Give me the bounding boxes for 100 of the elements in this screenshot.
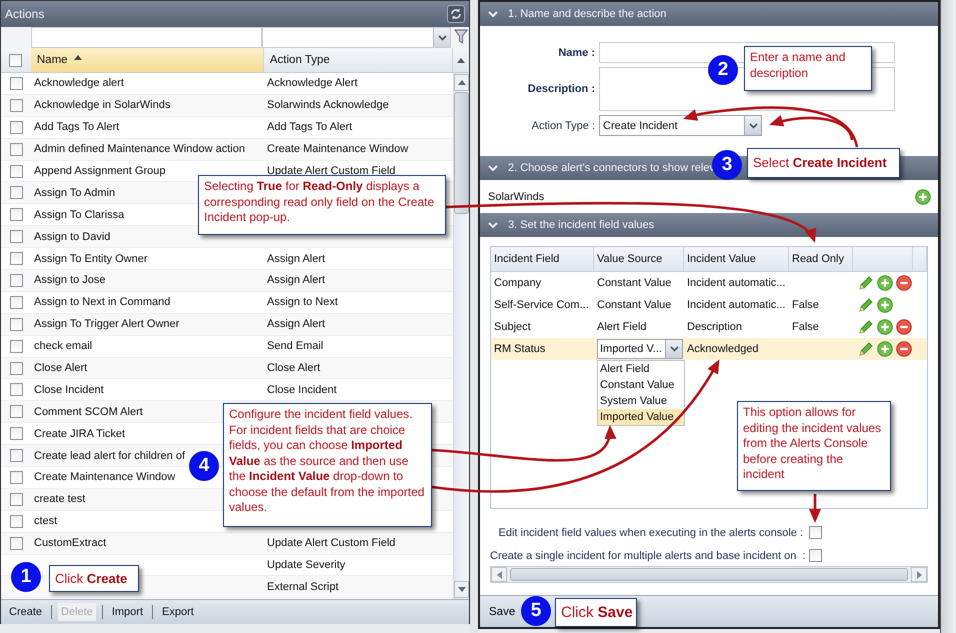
add-button[interactable] [877,275,893,291]
remove-button[interactable] [896,275,912,291]
scroll-thumb[interactable] [510,568,908,581]
save-button[interactable]: Save [486,604,518,620]
table-cell: Update Severity [267,559,346,572]
checkbox[interactable] [10,120,22,134]
checkbox[interactable] [10,405,22,418]
checkbox[interactable] [10,427,22,440]
checkbox[interactable] [10,186,22,200]
edit-button[interactable] [858,319,874,335]
checkbox[interactable] [10,164,22,178]
checkbox[interactable] [10,208,22,222]
checkbox[interactable] [10,449,22,462]
scroll-right-button[interactable] [911,567,927,582]
table-cell: Assign to Next [267,296,338,308]
remove-icon [896,319,912,335]
checkbox[interactable] [10,76,22,90]
add-icon [877,319,893,335]
column-header[interactable]: Value Source [597,253,662,265]
table-cell: Update Alert Custom Field [267,165,396,177]
scrollbar[interactable] [940,0,955,633]
edit-button[interactable] [858,275,874,291]
value-source-dropdown[interactable]: Imported V... [597,339,683,359]
checkbox[interactable] [10,98,22,112]
section-header[interactable]: 1. Name and describe the action [480,2,938,26]
edit-button[interactable] [858,297,874,313]
callout-tooltip: Click Save [555,598,637,627]
table-cell: False [792,321,819,333]
checkbox[interactable] [10,318,22,331]
filter-field[interactable] [31,27,262,48]
action-type-dropdown[interactable]: Create Incident [599,115,762,136]
checkbox[interactable] [10,536,22,550]
scroll-down-button[interactable] [454,581,469,598]
checkbox[interactable] [10,296,22,309]
column-header[interactable]: Incident Field [494,253,560,265]
table-cell: Constant Value [597,277,672,289]
checkbox[interactable] [10,362,22,375]
checkbox[interactable] [10,470,22,484]
table-cell: Add Tags To Alert [34,121,120,134]
checkbox[interactable] [10,142,22,156]
table-row[interactable]: Self-Service Com... Constant Value Incident automatic... False [491,294,927,316]
table-row[interactable]: Subject Alert Field Description False [491,316,927,338]
table-cell: Assign to David [34,230,110,243]
checkbox[interactable] [10,383,22,396]
dropdown-option[interactable]: Imported Value [598,409,684,425]
toolbar-button[interactable]: Import [108,603,146,621]
table-cell: Close Incident [267,384,337,396]
table-cell: Assign to Jose [34,274,106,286]
remove-button[interactable] [896,341,912,357]
add-button[interactable] [915,188,931,204]
splitter-handle[interactable] [470,0,478,633]
scroll-up-button[interactable] [454,74,469,91]
toolbar-button[interactable]: Export [159,603,197,621]
add-button[interactable] [877,319,893,335]
column-header[interactable]: Incident Value [687,253,756,265]
table-cell: Close Incident [34,384,104,396]
table-cell: Acknowledge Alert [267,77,358,90]
checkbox[interactable] [10,252,22,266]
edit-button[interactable] [858,341,874,357]
table-cell: ctest [34,515,58,528]
scroll-thumb[interactable] [454,92,469,214]
dropdown-option[interactable]: System Value [598,393,684,409]
table-cell: Incident automatic... [687,299,786,311]
dropdown-option[interactable]: Constant Value [598,377,684,393]
section-header[interactable]: 3. Set the incident field values [480,213,938,237]
table-cell: CustomExtract [34,537,106,550]
table-cell: Create JIRA Ticket [34,428,126,440]
column-header[interactable]: Action Type [264,48,454,72]
refresh-button[interactable] [447,5,465,23]
checkbox[interactable] [10,340,22,353]
pencil-icon [858,341,874,357]
checkbox[interactable] [809,549,822,562]
chevron-icon [748,122,758,128]
table-cell: Acknowledge alert [34,77,124,90]
remove-icon [896,341,912,357]
checkbox[interactable] [809,526,822,539]
column-header[interactable]: Read Only [792,253,844,265]
dropdown-option[interactable]: Alert Field [598,361,684,377]
table-cell: False [792,299,819,311]
checkbox[interactable] [10,514,22,528]
add-button[interactable] [877,341,893,357]
table-cell: Constant Value [597,299,672,311]
chevron-down-icon [488,164,498,172]
pencil-icon [858,319,874,335]
arrow [809,494,821,523]
refresh-icon [449,7,463,21]
horizontal-scrollbar[interactable] [490,566,928,583]
add-button[interactable] [877,297,893,313]
checkbox[interactable] [10,230,22,244]
checkbox[interactable] [9,54,22,66]
checkbox[interactable] [10,274,22,287]
toolbar-button[interactable]: Create [6,603,46,621]
table-cell: RM Status [494,343,546,355]
arrow-up-icon [458,80,466,85]
scroll-left-button[interactable] [491,567,507,582]
table-cell: Assign Alert [267,318,326,330]
checkbox[interactable] [10,492,22,506]
table-row[interactable]: Company Constant Value Incident automatic... [491,272,927,294]
column-header[interactable]: Name [30,48,264,72]
remove-button[interactable] [896,319,912,335]
